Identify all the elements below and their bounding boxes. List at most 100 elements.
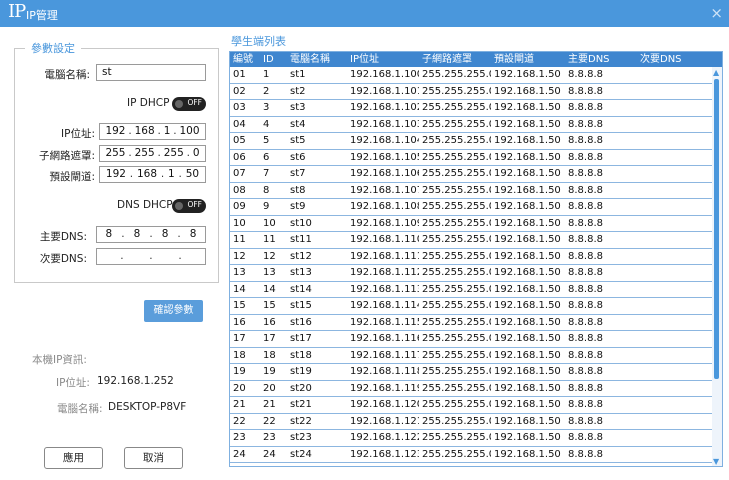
table-row[interactable]: 19 19 st19 192.168.1.118 255.255.255.0 192.16…: [230, 364, 722, 381]
ip-octet: 100: [179, 125, 200, 137]
cell-gateway: 192.168.1.50: [494, 250, 561, 262]
dns1-octet: 8: [161, 228, 169, 240]
cell-computer-name: st25: [287, 463, 347, 466]
cell-dns2: [637, 100, 717, 116]
student-table: 編號 ID 電腦名稱 IP位址 子網路遮罩 預設閘道 主要DNS 次要DNS 01 1 st1 19…: [229, 51, 723, 467]
cell-ip: 192.168.1.118: [350, 366, 419, 377]
cell-ip: 192.168.1.106: [350, 168, 419, 179]
table-row[interactable]: 07 7 st7 192.168.1.106 255.255.255.0 192.168.…: [230, 166, 722, 183]
table-row[interactable]: 18 18 st18 192.168.1.117 255.255.255.0 192.16…: [230, 347, 722, 364]
dns-dhcp-toggle[interactable]: OFF: [172, 199, 206, 213]
column-header-number[interactable]: 編號: [230, 52, 260, 67]
primary-dns-input[interactable]: 8. 8. 8. 8: [96, 226, 206, 243]
close-icon[interactable]: ×: [710, 4, 723, 22]
table-row[interactable]: 15 15 st15 192.168.1.114 255.255.255.0 192.16…: [230, 298, 722, 315]
cell-number: 02: [233, 85, 246, 97]
cell-dns2: [637, 348, 717, 364]
cell-gateway: 192.168.1.50: [494, 267, 561, 278]
column-header-ip[interactable]: IP位址: [347, 52, 419, 67]
cell-dns1: 8.8.8.8: [568, 349, 603, 361]
cell-computer-name: st7: [290, 168, 306, 179]
table-row[interactable]: 17 17 st17 192.168.1.116 255.255.255.0 192.16…: [230, 331, 722, 348]
table-row[interactable]: 11 11 st11 192.168.1.110 255.255.255.0 192.16…: [230, 232, 722, 249]
cell-mask: 255.255.255.0: [422, 349, 491, 361]
confirm-params-button[interactable]: 確認參數: [144, 300, 203, 322]
apply-button[interactable]: 應用: [44, 447, 103, 469]
computer-name-label: 電腦名稱:: [44, 69, 90, 81]
local-computer-name-value: DESKTOP-P8VF: [108, 401, 187, 413]
table-row[interactable]: 09 9 st9 192.168.1.108 255.255.255.0 192.168.…: [230, 199, 722, 216]
mask-octet: 255: [105, 147, 126, 159]
table-row[interactable]: 03 3 st3 192.168.1.102 255.255.255.0 192.168.…: [230, 100, 722, 117]
cell-id: 3: [263, 102, 270, 113]
cell-dns1: 8.8.8.8: [568, 432, 603, 443]
column-header-computer-name[interactable]: 電腦名稱: [287, 52, 347, 67]
table-row[interactable]: 06 6 st6 192.168.1.105 255.255.255.0 192.168.…: [230, 149, 722, 166]
cell-dns1: 8.8.8.8: [568, 85, 603, 97]
cell-ip: 192.168.1.104: [350, 135, 419, 146]
cancel-button[interactable]: 取消: [124, 447, 183, 469]
subnet-mask-input[interactable]: 255. 255. 255. 0: [99, 145, 206, 162]
secondary-dns-input[interactable]: . . .: [96, 248, 206, 265]
ip-dhcp-toggle[interactable]: OFF: [172, 97, 206, 111]
gateway-input[interactable]: 192. 168. 1. 50: [99, 166, 206, 183]
cell-dns2: [637, 397, 717, 413]
cell-ip: 192.168.1.124: [347, 463, 419, 466]
cell-ip: 192.168.1.119: [350, 382, 419, 394]
scroll-down-icon[interactable]: ▼: [713, 457, 719, 466]
table-row[interactable]: 12 12 st12 192.168.1.111 255.255.255.0 192.16…: [230, 248, 722, 265]
table-row[interactable]: 13 13 st13 192.168.1.112 255.255.255.0 192.16…: [230, 265, 722, 282]
table-row[interactable]: 2525st25192.168.1.124255.255.255.0192.16…: [230, 463, 722, 466]
toggle-knob-icon: [175, 202, 183, 210]
table-row[interactable]: 16 16 st16 192.168.1.115 255.255.255.0 192.16…: [230, 314, 722, 331]
ip-dhcp-state: OFF: [187, 98, 202, 107]
table-row[interactable]: 04 4 st4 192.168.1.103 255.255.255.0 192.168.…: [230, 116, 722, 133]
table-row[interactable]: 01 1 st1 192.168.1.100 255.255.255.0 192.168.…: [230, 67, 722, 84]
ip-address-input[interactable]: 192. 168. 1. 100: [99, 123, 206, 140]
title-bar: IP IP管理 ×: [0, 0, 729, 27]
cell-dns2: [637, 117, 717, 133]
column-header-dns2[interactable]: 次要DNS: [637, 52, 717, 67]
cell-computer-name: st2: [290, 85, 306, 97]
cell-dns1: 8.8.8.8: [568, 201, 603, 212]
table-row[interactable]: 24 24 st24 192.168.1.123 255.255.255.0 192.16…: [230, 446, 722, 463]
gateway-octet: 1: [168, 168, 175, 180]
cell-gateway: 192.168.1.50: [494, 151, 561, 163]
table-row[interactable]: 10 10 st10 192.168.1.109 255.255.255.0 192.16…: [230, 215, 722, 232]
cell-mask: 255.255.255.0: [422, 201, 491, 212]
column-header-gateway[interactable]: 預設閘道: [491, 52, 565, 67]
cell-gateway: 192.168.1.50: [494, 382, 561, 394]
cell-number: 08: [233, 184, 246, 196]
column-header-id[interactable]: ID: [260, 52, 287, 67]
cell-dns2: [637, 199, 717, 215]
table-row[interactable]: 02 2 st2 192.168.1.101 255.255.255.0 192.168.…: [230, 83, 722, 100]
table-row[interactable]: 14 14 st14 192.168.1.113 255.255.255.0 192.16…: [230, 281, 722, 298]
table-row[interactable]: 05 5 st5 192.168.1.104 255.255.255.0 192.168.…: [230, 133, 722, 150]
cell-id: 7: [263, 168, 270, 179]
scroll-up-icon[interactable]: ▲: [713, 68, 719, 77]
cell-ip: 192.168.1.100: [350, 69, 419, 80]
table-row[interactable]: 20 20 st20 192.168.1.119 255.255.255.0 192.16…: [230, 380, 722, 397]
cell-gateway: 192.168.1.50: [494, 69, 561, 80]
cell-id: 1: [263, 69, 270, 80]
cell-number: 23: [233, 432, 246, 443]
cell-id: 21: [263, 399, 276, 410]
cell-mask: 255.255.255.0: [422, 118, 491, 130]
scroll-thumb[interactable]: [714, 79, 719, 379]
column-header-dns1[interactable]: 主要DNS: [565, 52, 637, 67]
computer-name-input[interactable]: st: [96, 64, 206, 81]
table-row[interactable]: 08 8 st8 192.168.1.107 255.255.255.0 192.168.…: [230, 182, 722, 199]
table-row[interactable]: 22 22 st22 192.168.1.121 255.255.255.0 192.16…: [230, 413, 722, 430]
cell-number: 17: [233, 333, 246, 344]
dns1-octet: 8: [105, 228, 113, 240]
local-computer-name-label: 電腦名稱:: [57, 403, 103, 415]
cell-dns1: 8.8.8.8: [568, 267, 603, 278]
cell-id: 15: [263, 300, 276, 311]
column-header-mask[interactable]: 子網路遮罩: [419, 52, 491, 67]
cell-dns2: [637, 381, 717, 397]
table-row[interactable]: 23 23 st23 192.168.1.122 255.255.255.0 192.16…: [230, 430, 722, 447]
cell-id: 5: [263, 135, 270, 146]
cell-dns2: [637, 265, 717, 281]
vertical-scrollbar[interactable]: ▲ ▼: [712, 67, 722, 466]
table-row[interactable]: 21 21 st21 192.168.1.120 255.255.255.0 192.16…: [230, 397, 722, 414]
